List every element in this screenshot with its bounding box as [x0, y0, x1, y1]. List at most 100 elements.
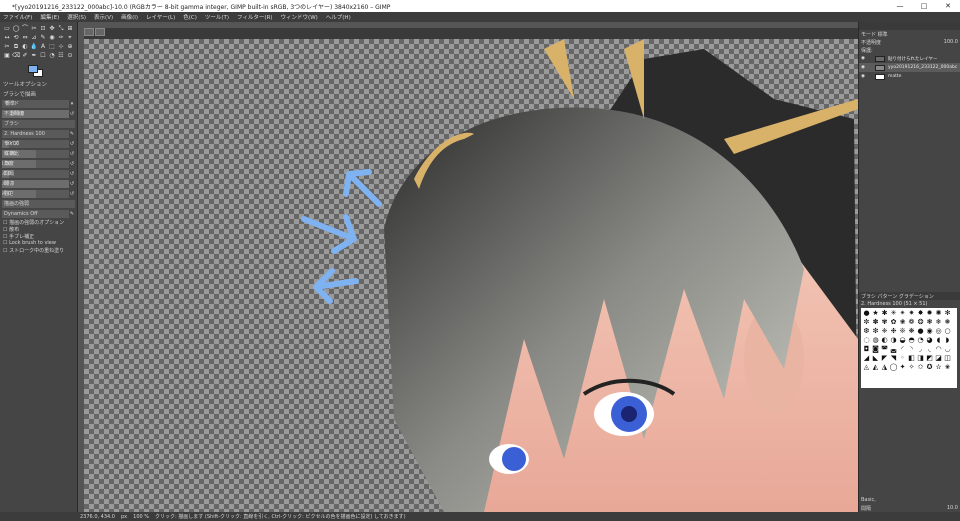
layer-opacity-value[interactable]: 100.0: [944, 39, 958, 45]
tool-icon[interactable]: ✂: [3, 43, 11, 51]
menu-filters[interactable]: フィルター(R): [237, 13, 273, 21]
brush-icon[interactable]: ◗: [943, 336, 952, 345]
opacity-value[interactable]: 100.0: [10, 111, 24, 117]
brush-icon[interactable]: ◠: [934, 345, 943, 354]
opacity-row[interactable]: 不透明度100.0 ↺: [2, 109, 75, 118]
tool-icon[interactable]: ⬚: [48, 43, 56, 51]
reset-icon[interactable]: ↺: [69, 161, 75, 167]
brush-icon[interactable]: ◥: [889, 354, 898, 363]
brush-icon[interactable]: ✿: [889, 318, 898, 327]
menu-image[interactable]: 画像(I): [121, 13, 138, 21]
option-value[interactable]: 10.00: [5, 141, 19, 147]
tool-icon[interactable]: ✐: [21, 52, 29, 60]
brush-icon[interactable]: ◞: [916, 345, 925, 354]
brush-icon[interactable]: ◮: [880, 363, 889, 372]
tool-icon[interactable]: ▣: [3, 52, 11, 60]
brush-icon[interactable]: ✼: [862, 318, 871, 327]
brush-icon[interactable]: ◫: [943, 354, 952, 363]
tool-icon[interactable]: ⌖: [66, 34, 74, 42]
brush-icon[interactable]: ◌: [862, 336, 871, 345]
reset-icon[interactable]: ↺: [69, 141, 75, 147]
brush-icon[interactable]: ●: [916, 327, 925, 336]
brush-grid[interactable]: ● ★ ✱ ✳ ✴ ✷ ✸ ✹ ✺ ✻ ✼ ✽ ✾ ✿ ❀ ❁ ❂ ❃ ❄ ❅ ❆ ❇ ❈ ❉ ❊ ❋ ● ◉ ◎ ○ ◌ ◍ ◐ ◑ ◒ ◓ ◔ ◕ ◖ ◗…: [861, 308, 957, 388]
minimize-button[interactable]: —: [888, 0, 912, 12]
layer-name[interactable]: yyo20191216_233122_000abc: [888, 65, 957, 70]
brush-icon[interactable]: ✷: [907, 309, 916, 318]
brush-icon[interactable]: ✹: [925, 309, 934, 318]
brush-icon[interactable]: ○: [943, 327, 952, 336]
brush-icon[interactable]: ◐: [880, 336, 889, 345]
brush-icon[interactable]: ❆: [862, 327, 871, 336]
maximize-button[interactable]: □: [912, 0, 936, 12]
mode-row[interactable]: モード標準 ▾: [2, 99, 75, 108]
menu-file[interactable]: ファイル(F): [3, 13, 32, 21]
brush-icon[interactable]: ✴: [898, 309, 907, 318]
option-row[interactable]: サイズ10.00 ↺: [2, 139, 75, 148]
reset-icon[interactable]: ↺: [69, 181, 75, 187]
tool-icon[interactable]: 💧: [30, 43, 38, 51]
dynamics-row[interactable]: 描画の強弱: [2, 199, 75, 208]
brush-icon[interactable]: ◨: [916, 354, 925, 363]
unit-select[interactable]: px: [121, 514, 127, 520]
tool-icon[interactable]: ☐: [39, 52, 47, 60]
brush-icon[interactable]: ◧: [907, 354, 916, 363]
brush-icon[interactable]: ◒: [898, 336, 907, 345]
brush-icon[interactable]: ◦: [898, 354, 907, 363]
foreground-color-swatch[interactable]: [28, 65, 38, 73]
brush-icon[interactable]: ❉: [889, 327, 898, 336]
tool-icon[interactable]: ✂: [30, 25, 38, 33]
tool-icon[interactable]: ⊡: [39, 25, 47, 33]
dynamics-select[interactable]: Dynamics Off ✎: [2, 209, 75, 218]
brush-icon[interactable]: ❂: [916, 318, 925, 327]
menu-colors[interactable]: 色(C): [183, 13, 197, 21]
brush-icon[interactable]: ◚: [880, 345, 889, 354]
option-value[interactable]: 10.0: [2, 171, 11, 177]
reset-icon[interactable]: ↺: [69, 111, 75, 117]
tool-icon[interactable]: ✒: [30, 52, 38, 60]
option-value[interactable]: 0.00: [5, 151, 16, 157]
brush-icon[interactable]: ★: [871, 309, 880, 318]
brush-icon[interactable]: ◛: [889, 345, 898, 354]
mode-value[interactable]: 標準: [5, 101, 15, 107]
brush-icon[interactable]: ❊: [898, 327, 907, 336]
tool-icon[interactable]: ◉: [48, 34, 56, 42]
menu-tools[interactable]: ツール(T): [205, 13, 229, 21]
eye-icon[interactable]: ◉: [861, 56, 867, 61]
tool-icon[interactable]: ✎: [39, 34, 47, 42]
layer-mode-row[interactable]: モード 標準: [859, 30, 960, 38]
brush-icon[interactable]: ✧: [907, 363, 916, 372]
tool-icon[interactable]: ⊞: [66, 25, 74, 33]
tool-icon[interactable]: ☷: [57, 52, 65, 60]
option-row[interactable]: 角度0.00↺: [2, 159, 75, 168]
tool-icon[interactable]: ⟲: [12, 34, 20, 42]
tool-icon[interactable]: ⤡: [57, 25, 65, 33]
brush-icon[interactable]: ❀: [898, 318, 907, 327]
brush-icon[interactable]: ◕: [925, 336, 934, 345]
brush-icon[interactable]: ❃: [925, 318, 934, 327]
brush-icon[interactable]: ◘: [862, 345, 871, 354]
menu-select[interactable]: 選択(S): [67, 13, 86, 21]
brush-icon[interactable]: ◔: [916, 336, 925, 345]
brush-icon[interactable]: ❁: [907, 318, 916, 327]
reset-icon[interactable]: ↺: [69, 191, 75, 197]
brush-icon[interactable]: ✽: [871, 318, 880, 327]
brush-icon[interactable]: ❇: [871, 327, 880, 336]
reset-icon[interactable]: ↺: [69, 171, 75, 177]
brush-tabs[interactable]: ブラシ パターン グラデーション: [859, 292, 960, 300]
brush-icon[interactable]: ✺: [934, 309, 943, 318]
brush-icon[interactable]: ✬: [943, 363, 952, 372]
tool-icon[interactable]: ◯: [12, 25, 20, 33]
layer-item[interactable]: ◉ 貼り付けられたレイヤー: [859, 54, 960, 63]
option-checkbox[interactable]: ☐ 手ブレ補正: [0, 233, 77, 240]
brush-spacing-row[interactable]: 間隔 10.0: [859, 504, 960, 512]
edit-icon[interactable]: ✎: [69, 131, 75, 137]
brush-icon[interactable]: ◙: [871, 345, 880, 354]
layer-mode-value[interactable]: 標準: [878, 31, 888, 38]
menu-help[interactable]: ヘルプ(H): [326, 13, 351, 21]
brush-icon[interactable]: ✱: [880, 309, 889, 318]
option-checkbox[interactable]: ☐ 散布: [0, 226, 77, 233]
layer-name[interactable]: 貼り付けられたレイヤー: [888, 56, 937, 62]
layer-name[interactable]: matte: [888, 74, 901, 79]
option-row[interactable]: 間隔10.0↺: [2, 169, 75, 178]
brush-icon[interactable]: ✾: [880, 318, 889, 327]
